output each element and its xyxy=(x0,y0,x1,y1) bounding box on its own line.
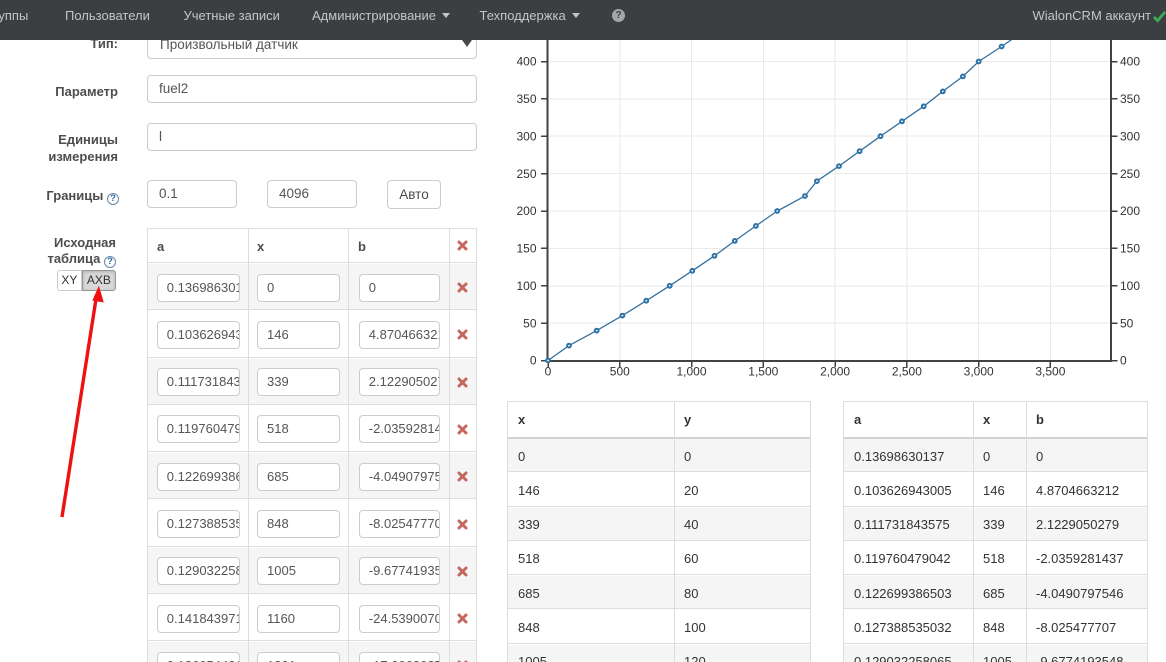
svg-text:350: 350 xyxy=(1120,92,1140,106)
svg-text:200: 200 xyxy=(1120,204,1140,218)
svg-text:300: 300 xyxy=(516,129,536,143)
svg-text:0: 0 xyxy=(545,365,552,379)
svg-text:3,500: 3,500 xyxy=(1035,365,1065,379)
svg-text:400: 400 xyxy=(1120,55,1140,69)
svg-text:100: 100 xyxy=(516,279,536,293)
svg-text:0: 0 xyxy=(530,354,537,368)
svg-text:250: 250 xyxy=(1120,167,1140,181)
svg-text:50: 50 xyxy=(1120,316,1134,330)
svg-text:1,500: 1,500 xyxy=(748,365,778,379)
svg-text:200: 200 xyxy=(516,204,536,218)
svg-text:150: 150 xyxy=(516,242,536,256)
svg-text:2,500: 2,500 xyxy=(892,365,922,379)
svg-text:50: 50 xyxy=(523,316,537,330)
svg-text:1,000: 1,000 xyxy=(676,365,706,379)
svg-text:500: 500 xyxy=(610,365,630,379)
svg-text:350: 350 xyxy=(516,92,536,106)
svg-text:300: 300 xyxy=(1120,129,1140,143)
svg-text:100: 100 xyxy=(1120,279,1140,293)
svg-text:0: 0 xyxy=(1120,354,1127,368)
svg-text:3,000: 3,000 xyxy=(964,365,994,379)
svg-text:150: 150 xyxy=(1120,242,1140,256)
svg-text:2,000: 2,000 xyxy=(820,365,850,379)
svg-text:250: 250 xyxy=(516,167,536,181)
svg-text:400: 400 xyxy=(516,55,536,69)
